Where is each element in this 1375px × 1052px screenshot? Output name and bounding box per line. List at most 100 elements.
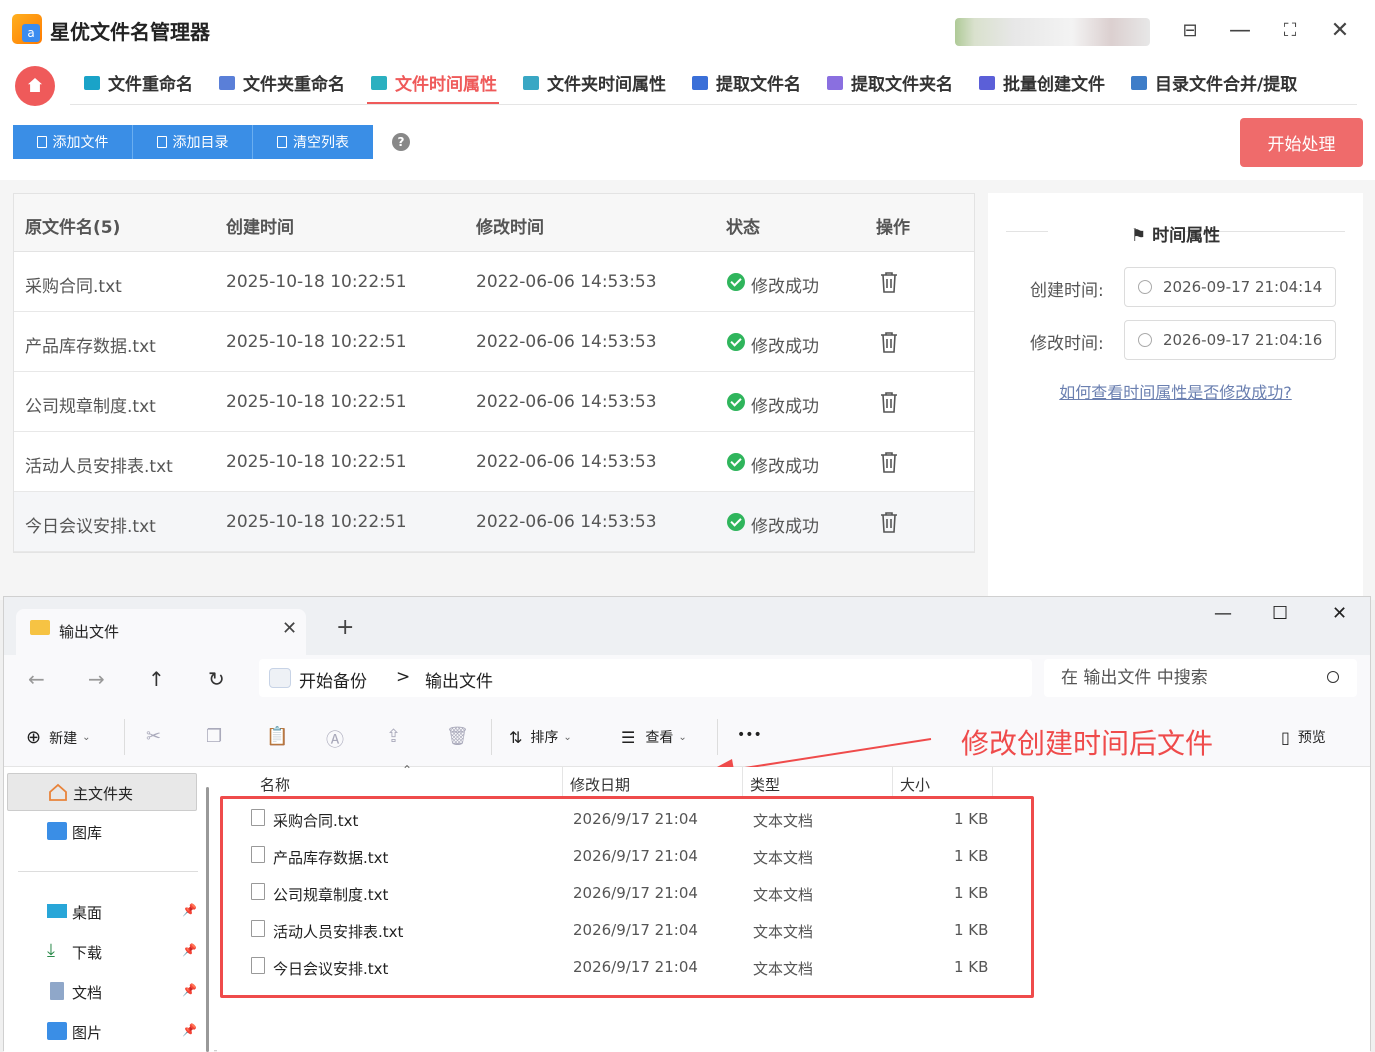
row-created: 2025-10-18 10:22:51 <box>226 452 407 472</box>
view-button[interactable]: ☰ 查看 ⌄ <box>621 727 687 747</box>
file-icon <box>36 136 47 148</box>
delete-icon[interactable] <box>879 511 899 533</box>
divider[interactable] <box>562 767 563 797</box>
help-icon[interactable]: ? <box>392 133 410 151</box>
panel-title-text: 时间属性 <box>1152 226 1221 246</box>
tab-file-time[interactable]: 文件时间属性 <box>357 60 509 105</box>
divider[interactable] <box>992 767 993 797</box>
delete-icon[interactable] <box>879 271 899 293</box>
minimize-button[interactable]: — <box>1225 16 1255 46</box>
tab-folder-rename[interactable]: 文件夹重命名 <box>205 60 357 105</box>
delete-icon[interactable] <box>879 331 899 353</box>
table-row[interactable]: 活动人员安排表.txt 2025-10-18 10:22:51 2022-06-… <box>14 432 974 492</box>
divider <box>124 719 125 755</box>
forward-icon[interactable]: → <box>88 667 105 691</box>
help-link[interactable]: 如何查看时间属性是否修改成功? <box>988 379 1363 403</box>
maximize-button[interactable]: ⛶ <box>1275 16 1305 46</box>
col-date[interactable]: 修改日期 <box>570 774 630 795</box>
home-button[interactable] <box>15 66 55 106</box>
modified-time-value: 2026-09-17 21:04:16 <box>1163 331 1323 349</box>
breadcrumb-root[interactable]: 开始备份 <box>299 667 367 692</box>
table-row[interactable]: 产品库存数据.txt 2025-10-18 10:22:51 2022-06-0… <box>14 312 974 372</box>
new-button[interactable]: ⊕ 新建 ⌄ <box>26 727 90 748</box>
table-row[interactable]: 公司规章制度.txt 2025-10-18 10:22:51 2022-06-0… <box>14 372 974 432</box>
divider[interactable] <box>742 767 743 797</box>
clock-icon <box>1138 280 1152 294</box>
preview-button[interactable]: ▯ 预览 <box>1281 727 1326 747</box>
add-file-label: 添加文件 <box>52 135 109 151</box>
new-tab-button[interactable]: + <box>336 615 354 640</box>
row-modified: 2022-06-06 14:53:53 <box>476 272 657 292</box>
row-created: 2025-10-18 10:22:51 <box>226 332 407 352</box>
sidebar-item-home[interactable]: 主文件夹 <box>7 773 197 811</box>
col-name[interactable]: 名称 <box>260 774 290 795</box>
col-type[interactable]: 类型 <box>750 774 780 795</box>
close-button[interactable]: ✕ <box>1325 16 1355 46</box>
back-icon[interactable]: ← <box>28 667 45 691</box>
delete-icon[interactable]: 🗑 <box>446 726 469 747</box>
close-button[interactable]: ✕ <box>1332 603 1347 624</box>
row-status: 修改成功 <box>751 457 819 477</box>
share-icon[interactable]: ⇪ <box>386 726 406 747</box>
col-created: 创建时间 <box>226 218 294 238</box>
sidebar-item-pictures[interactable]: 图片 📌 <box>7 1013 197 1051</box>
folder-icon <box>156 136 167 148</box>
sidebar-item-gallery[interactable]: 图库 <box>7 813 197 851</box>
delete-icon[interactable] <box>879 391 899 413</box>
search-input[interactable]: 在 输出文件 中搜索 <box>1044 659 1357 697</box>
pin-icon[interactable]: 📌 <box>182 1023 197 1037</box>
clear-list-button[interactable]: 清空列表 <box>253 125 373 159</box>
breadcrumb-current[interactable]: 输出文件 <box>425 667 493 692</box>
sidebar-item-downloads[interactable]: ⤓ 下载 📌 <box>7 933 197 971</box>
close-tab-icon[interactable]: ✕ <box>282 618 297 639</box>
created-time-value: 2026-09-17 21:04:14 <box>1163 278 1323 296</box>
sidebar-item-desktop[interactable]: 桌面 📌 <box>7 893 197 931</box>
address-bar[interactable]: 开始备份 > 输出文件 <box>259 659 1032 697</box>
table-row[interactable]: 今日会议安排.txt 2025-10-18 10:22:51 2022-06-0… <box>14 492 974 552</box>
plus-circle-icon: ⊕ <box>26 727 42 748</box>
maximize-button[interactable]: ☐ <box>1272 603 1288 624</box>
annotation-text: 修改创建时间后文件 <box>961 727 1214 760</box>
tab-label: 提取文件夹名 <box>851 75 953 95</box>
tab-folder-time[interactable]: 文件夹时间属性 <box>509 60 678 105</box>
sidebar-scrollbar[interactable] <box>206 787 209 1052</box>
sidebar-item-documents[interactable]: 文档 📌 <box>7 973 197 1011</box>
created-label: 创建时间: <box>1030 281 1104 301</box>
folder-icon <box>30 620 50 635</box>
pin-icon[interactable]: 📌 <box>182 943 197 957</box>
tab-extract-foldername[interactable]: 提取文件夹名 <box>813 60 965 105</box>
created-time-input[interactable]: 2026-09-17 21:04:14 <box>1124 267 1336 307</box>
pin-icon[interactable]: 📌 <box>182 903 197 917</box>
tab-batch-create[interactable]: 批量创建文件 <box>965 60 1117 105</box>
cut-icon[interactable]: ✂ <box>146 726 166 747</box>
tab-extract-filename[interactable]: 提取文件名 <box>678 60 813 105</box>
panel-title: ⚑ 时间属性 <box>988 221 1363 246</box>
col-status: 状态 <box>726 218 760 238</box>
modified-time-input[interactable]: 2026-09-17 21:04:16 <box>1124 320 1336 360</box>
divider[interactable] <box>892 767 893 797</box>
copy-icon[interactable]: ❐ <box>206 726 226 747</box>
add-file-button[interactable]: 添加文件 <box>13 125 133 159</box>
pin-icon[interactable]: 📌 <box>182 983 197 997</box>
user-avatar[interactable] <box>955 18 1150 46</box>
rename-icon[interactable]: Ⓐ <box>326 726 346 751</box>
divider <box>18 871 198 872</box>
menu-icon[interactable]: ⊟ <box>1175 16 1205 46</box>
add-dir-button[interactable]: 添加目录 <box>133 125 253 159</box>
tab-file-rename[interactable]: 文件重命名 <box>70 60 205 105</box>
up-icon[interactable]: ↑ <box>148 667 165 691</box>
refresh-icon[interactable]: ↻ <box>208 667 225 691</box>
start-button[interactable]: 开始处理 <box>1240 118 1363 167</box>
minimize-button[interactable]: — <box>1214 603 1232 624</box>
sort-button[interactable]: ⇅ 排序 ⌄ <box>509 727 572 747</box>
col-size[interactable]: 大小 <box>900 774 930 795</box>
tab-merge-extract[interactable]: 目录文件合并/提取 <box>1117 60 1309 105</box>
navigation-pane: 主文件夹 图库 桌面 📌 ⤓ 下载 📌 文档 📌 图片 📌 <box>4 767 214 1052</box>
row-name: 公司规章制度.txt <box>25 397 156 417</box>
paste-icon[interactable]: 📋 <box>266 726 288 747</box>
breadcrumb-separator[interactable]: > <box>396 667 410 687</box>
table-row[interactable]: 采购合同.txt 2025-10-18 10:22:51 2022-06-06 … <box>14 252 974 312</box>
delete-icon[interactable] <box>879 451 899 473</box>
extract-icon <box>692 75 708 90</box>
explorer-tab[interactable]: 输出文件 ✕ <box>16 609 306 655</box>
